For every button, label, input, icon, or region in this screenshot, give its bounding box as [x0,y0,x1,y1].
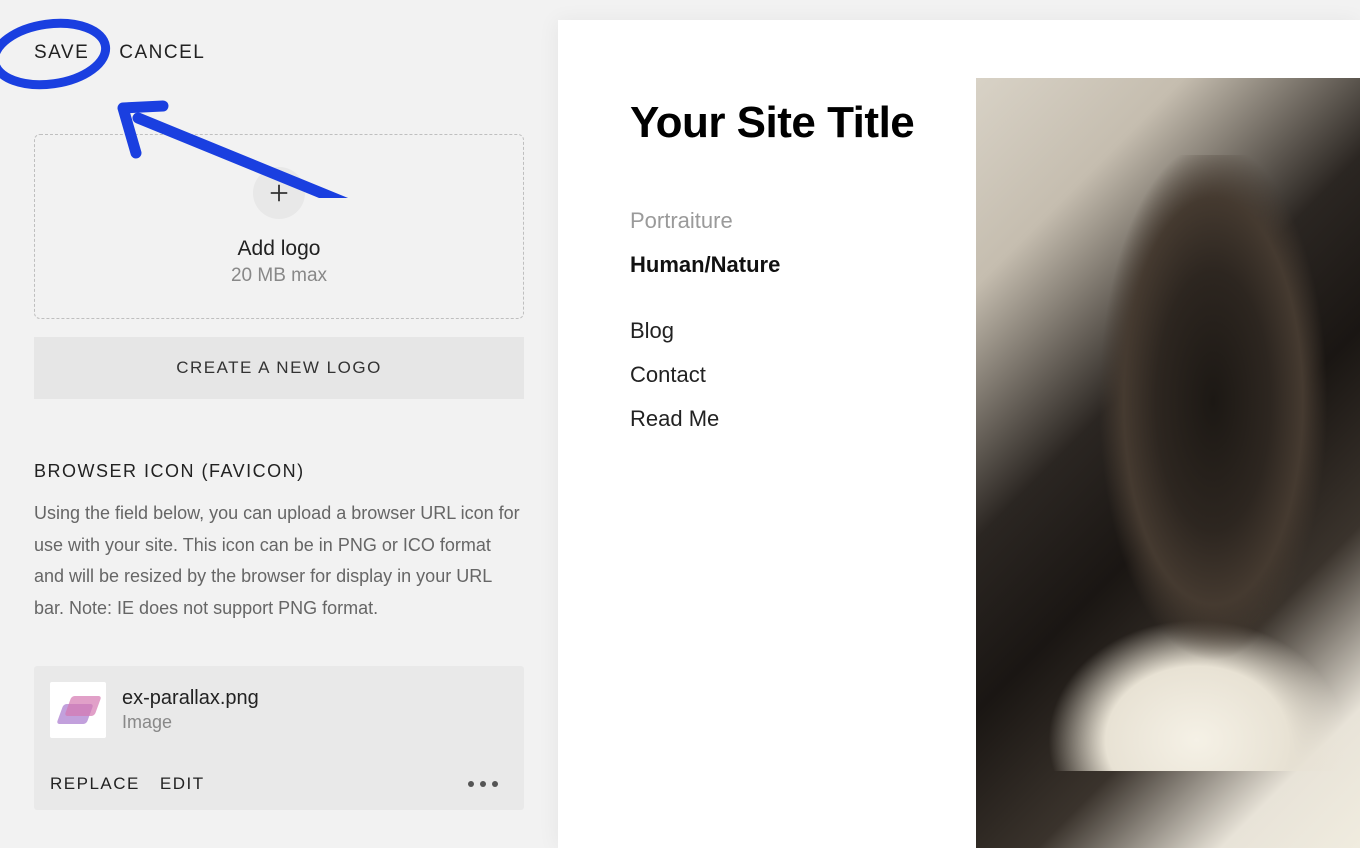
file-row: ex-parallax.png Image [50,682,508,738]
file-thumbnail [50,682,106,738]
site-title: Your Site Title [630,98,976,148]
nav-item-blog[interactable]: Blog [630,318,976,344]
settings-sidebar: SAVE CANCEL Add logo 20 MB max CREATE A … [0,0,558,848]
file-name: ex-parallax.png [122,687,259,710]
logo-upload-dropzone[interactable]: Add logo 20 MB max [34,134,524,319]
file-type: Image [122,712,259,733]
nav-item-read-me[interactable]: Read Me [630,406,976,432]
file-actions: REPLACE EDIT [50,774,508,794]
nav-list: Portraiture Human/Nature Blog Contact Re… [630,208,976,432]
favicon-heading: BROWSER ICON (FAVICON) [34,461,524,482]
hero-image [976,78,1360,848]
nav-item-portraiture[interactable]: Portraiture [630,208,976,234]
site-preview: Your Site Title Portraiture Human/Nature… [558,20,1360,848]
save-button[interactable]: SAVE [34,42,89,64]
cancel-button[interactable]: CANCEL [119,42,205,64]
plus-icon [253,167,305,219]
favicon-file-card: ex-parallax.png Image REPLACE EDIT [34,666,524,810]
sidebar-content: Add logo 20 MB max CREATE A NEW LOGO BRO… [0,134,558,810]
favicon-description: Using the field below, you can upload a … [34,498,524,624]
create-new-logo-button[interactable]: CREATE A NEW LOGO [34,337,524,399]
edit-button[interactable]: EDIT [160,774,205,794]
upload-title: Add logo [238,237,321,261]
top-actions: SAVE CANCEL [0,0,558,64]
nav-item-contact[interactable]: Contact [630,362,976,388]
upload-subtitle: 20 MB max [231,265,327,287]
replace-button[interactable]: REPLACE [50,774,140,794]
nav-item-human-nature[interactable]: Human/Nature [630,252,976,278]
preview-navigation: Your Site Title Portraiture Human/Nature… [558,20,976,848]
more-options-icon[interactable] [468,781,508,787]
